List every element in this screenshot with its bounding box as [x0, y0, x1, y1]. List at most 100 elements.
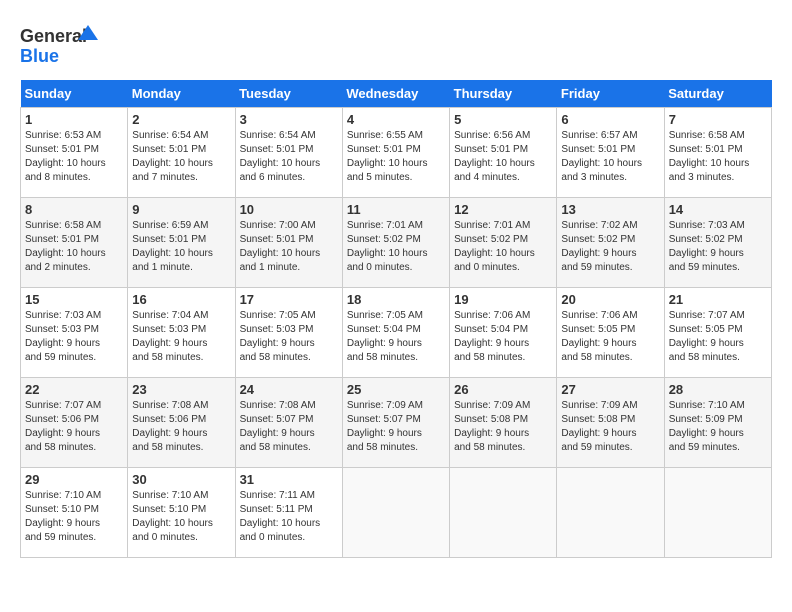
calendar-cell: 18Sunrise: 7:05 AM Sunset: 5:04 PM Dayli…	[342, 288, 449, 378]
day-info: Sunrise: 7:09 AM Sunset: 5:07 PM Dayligh…	[347, 399, 445, 455]
svg-text:Blue: Blue	[20, 46, 59, 66]
day-info: Sunrise: 6:53 AM Sunset: 5:01 PM Dayligh…	[25, 129, 123, 185]
day-number: 19	[454, 292, 552, 307]
day-number: 22	[25, 382, 123, 397]
calendar-cell: 30 Sunrise: 7:10 AM Sunset: 5:10 PM Dayli…	[128, 468, 235, 558]
calendar-cell: 1 Sunrise: 6:53 AM Sunset: 5:01 PM Daylig…	[21, 108, 128, 198]
column-header-monday: Monday	[128, 80, 235, 108]
day-info: Sunrise: 6:55 AM Sunset: 5:01 PM Dayligh…	[347, 129, 445, 185]
calendar-week-3: 15 Sunrise: 7:03 AM Sunset: 5:03 PM Dayli…	[21, 288, 772, 378]
day-info: Sunrise: 7:01 AM Sunset: 5:02 PM Dayligh…	[454, 219, 552, 275]
day-info: Sunrise: 6:57 AM Sunset: 5:01 PM Dayligh…	[561, 129, 659, 185]
day-number: 12	[454, 202, 552, 217]
day-number: 17	[240, 292, 338, 307]
day-info: Sunrise: 7:07 AM Sunset: 5:06 PM Dayligh…	[25, 399, 123, 455]
day-info: Sunrise: 7:10 AM Sunset: 5:09 PM Dayligh…	[669, 399, 767, 455]
day-number: 23	[132, 382, 230, 397]
calendar-cell: 12 Sunrise: 7:01 AM Sunset: 5:02 PM Dayli…	[450, 198, 557, 288]
day-number: 5	[454, 112, 552, 127]
day-number: 10	[240, 202, 338, 217]
day-number: 29	[25, 472, 123, 487]
day-info: Sunrise: 6:56 AM Sunset: 5:01 PM Dayligh…	[454, 129, 552, 185]
calendar-cell: 25 Sunrise: 7:09 AM Sunset: 5:07 PM Dayli…	[342, 378, 449, 468]
day-info: Sunrise: 7:10 AM Sunset: 5:10 PM Dayligh…	[132, 489, 230, 545]
day-number: 26	[454, 382, 552, 397]
column-header-tuesday: Tuesday	[235, 80, 342, 108]
day-info: Sunrise: 6:54 AM Sunset: 5:01 PM Dayligh…	[240, 129, 338, 185]
day-number: 30	[132, 472, 230, 487]
calendar-week-4: 22 Sunrise: 7:07 AM Sunset: 5:06 PM Dayli…	[21, 378, 772, 468]
logo-svg: GeneralBlue	[20, 20, 100, 70]
calendar-cell: 13Sunrise: 7:02 AM Sunset: 5:02 PM Dayli…	[557, 198, 664, 288]
calendar-cell: 17 Sunrise: 7:05 AM Sunset: 5:03 PM Dayli…	[235, 288, 342, 378]
calendar-cell	[664, 468, 771, 558]
column-header-wednesday: Wednesday	[342, 80, 449, 108]
calendar-cell: 23 Sunrise: 7:08 AM Sunset: 5:06 PM Dayli…	[128, 378, 235, 468]
day-number: 9	[132, 202, 230, 217]
calendar-cell: 26 Sunrise: 7:09 AM Sunset: 5:08 PM Dayli…	[450, 378, 557, 468]
calendar-header-row: SundayMondayTuesdayWednesdayThursdayFrid…	[21, 80, 772, 108]
logo: GeneralBlue	[20, 20, 100, 70]
calendar-cell: 22 Sunrise: 7:07 AM Sunset: 5:06 PM Dayli…	[21, 378, 128, 468]
day-info: Sunrise: 7:06 AM Sunset: 5:04 PM Dayligh…	[454, 309, 552, 365]
day-number: 14	[669, 202, 767, 217]
calendar-cell: 9 Sunrise: 6:59 AM Sunset: 5:01 PM Daylig…	[128, 198, 235, 288]
calendar-cell: 19 Sunrise: 7:06 AM Sunset: 5:04 PM Dayli…	[450, 288, 557, 378]
day-number: 2	[132, 112, 230, 127]
column-header-saturday: Saturday	[664, 80, 771, 108]
calendar-cell: 6 Sunrise: 6:57 AM Sunset: 5:01 PM Daylig…	[557, 108, 664, 198]
calendar-cell: 3Sunrise: 6:54 AM Sunset: 5:01 PM Daylig…	[235, 108, 342, 198]
page-header: GeneralBlue	[20, 20, 772, 70]
day-number: 13	[561, 202, 659, 217]
day-number: 8	[25, 202, 123, 217]
calendar-cell: 10Sunrise: 7:00 AM Sunset: 5:01 PM Dayli…	[235, 198, 342, 288]
day-info: Sunrise: 7:07 AM Sunset: 5:05 PM Dayligh…	[669, 309, 767, 365]
column-header-thursday: Thursday	[450, 80, 557, 108]
calendar-week-1: 1 Sunrise: 6:53 AM Sunset: 5:01 PM Daylig…	[21, 108, 772, 198]
calendar-cell: 16 Sunrise: 7:04 AM Sunset: 5:03 PM Dayli…	[128, 288, 235, 378]
calendar-cell	[450, 468, 557, 558]
calendar-cell: 29 Sunrise: 7:10 AM Sunset: 5:10 PM Dayli…	[21, 468, 128, 558]
day-info: Sunrise: 7:03 AM Sunset: 5:02 PM Dayligh…	[669, 219, 767, 275]
calendar-cell	[342, 468, 449, 558]
day-info: Sunrise: 7:08 AM Sunset: 5:06 PM Dayligh…	[132, 399, 230, 455]
calendar-week-5: 29 Sunrise: 7:10 AM Sunset: 5:10 PM Dayli…	[21, 468, 772, 558]
calendar-cell: 11Sunrise: 7:01 AM Sunset: 5:02 PM Dayli…	[342, 198, 449, 288]
calendar-cell: 20Sunrise: 7:06 AM Sunset: 5:05 PM Dayli…	[557, 288, 664, 378]
day-number: 18	[347, 292, 445, 307]
calendar-cell	[557, 468, 664, 558]
day-info: Sunrise: 6:58 AM Sunset: 5:01 PM Dayligh…	[669, 129, 767, 185]
calendar-cell: 14 Sunrise: 7:03 AM Sunset: 5:02 PM Dayli…	[664, 198, 771, 288]
day-info: Sunrise: 7:01 AM Sunset: 5:02 PM Dayligh…	[347, 219, 445, 275]
calendar-cell: 27Sunrise: 7:09 AM Sunset: 5:08 PM Dayli…	[557, 378, 664, 468]
calendar-cell: 2 Sunrise: 6:54 AM Sunset: 5:01 PM Daylig…	[128, 108, 235, 198]
calendar-cell: 8Sunrise: 6:58 AM Sunset: 5:01 PM Daylig…	[21, 198, 128, 288]
day-number: 21	[669, 292, 767, 307]
day-info: Sunrise: 6:59 AM Sunset: 5:01 PM Dayligh…	[132, 219, 230, 275]
day-number: 4	[347, 112, 445, 127]
day-number: 28	[669, 382, 767, 397]
day-number: 1	[25, 112, 123, 127]
day-number: 16	[132, 292, 230, 307]
svg-text:General: General	[20, 26, 87, 46]
column-header-friday: Friday	[557, 80, 664, 108]
day-info: Sunrise: 6:54 AM Sunset: 5:01 PM Dayligh…	[132, 129, 230, 185]
day-info: Sunrise: 7:03 AM Sunset: 5:03 PM Dayligh…	[25, 309, 123, 365]
calendar-cell: 5 Sunrise: 6:56 AM Sunset: 5:01 PM Daylig…	[450, 108, 557, 198]
day-number: 6	[561, 112, 659, 127]
day-info: Sunrise: 7:09 AM Sunset: 5:08 PM Dayligh…	[454, 399, 552, 455]
day-number: 24	[240, 382, 338, 397]
day-info: Sunrise: 7:10 AM Sunset: 5:10 PM Dayligh…	[25, 489, 123, 545]
day-info: Sunrise: 7:05 AM Sunset: 5:03 PM Dayligh…	[240, 309, 338, 365]
day-number: 7	[669, 112, 767, 127]
calendar-week-2: 8Sunrise: 6:58 AM Sunset: 5:01 PM Daylig…	[21, 198, 772, 288]
calendar-cell: 7 Sunrise: 6:58 AM Sunset: 5:01 PM Daylig…	[664, 108, 771, 198]
day-info: Sunrise: 7:04 AM Sunset: 5:03 PM Dayligh…	[132, 309, 230, 365]
day-number: 15	[25, 292, 123, 307]
calendar-cell: 4 Sunrise: 6:55 AM Sunset: 5:01 PM Daylig…	[342, 108, 449, 198]
day-info: Sunrise: 7:08 AM Sunset: 5:07 PM Dayligh…	[240, 399, 338, 455]
day-number: 25	[347, 382, 445, 397]
calendar-cell: 15 Sunrise: 7:03 AM Sunset: 5:03 PM Dayli…	[21, 288, 128, 378]
day-info: Sunrise: 7:11 AM Sunset: 5:11 PM Dayligh…	[240, 489, 338, 545]
column-header-sunday: Sunday	[21, 80, 128, 108]
